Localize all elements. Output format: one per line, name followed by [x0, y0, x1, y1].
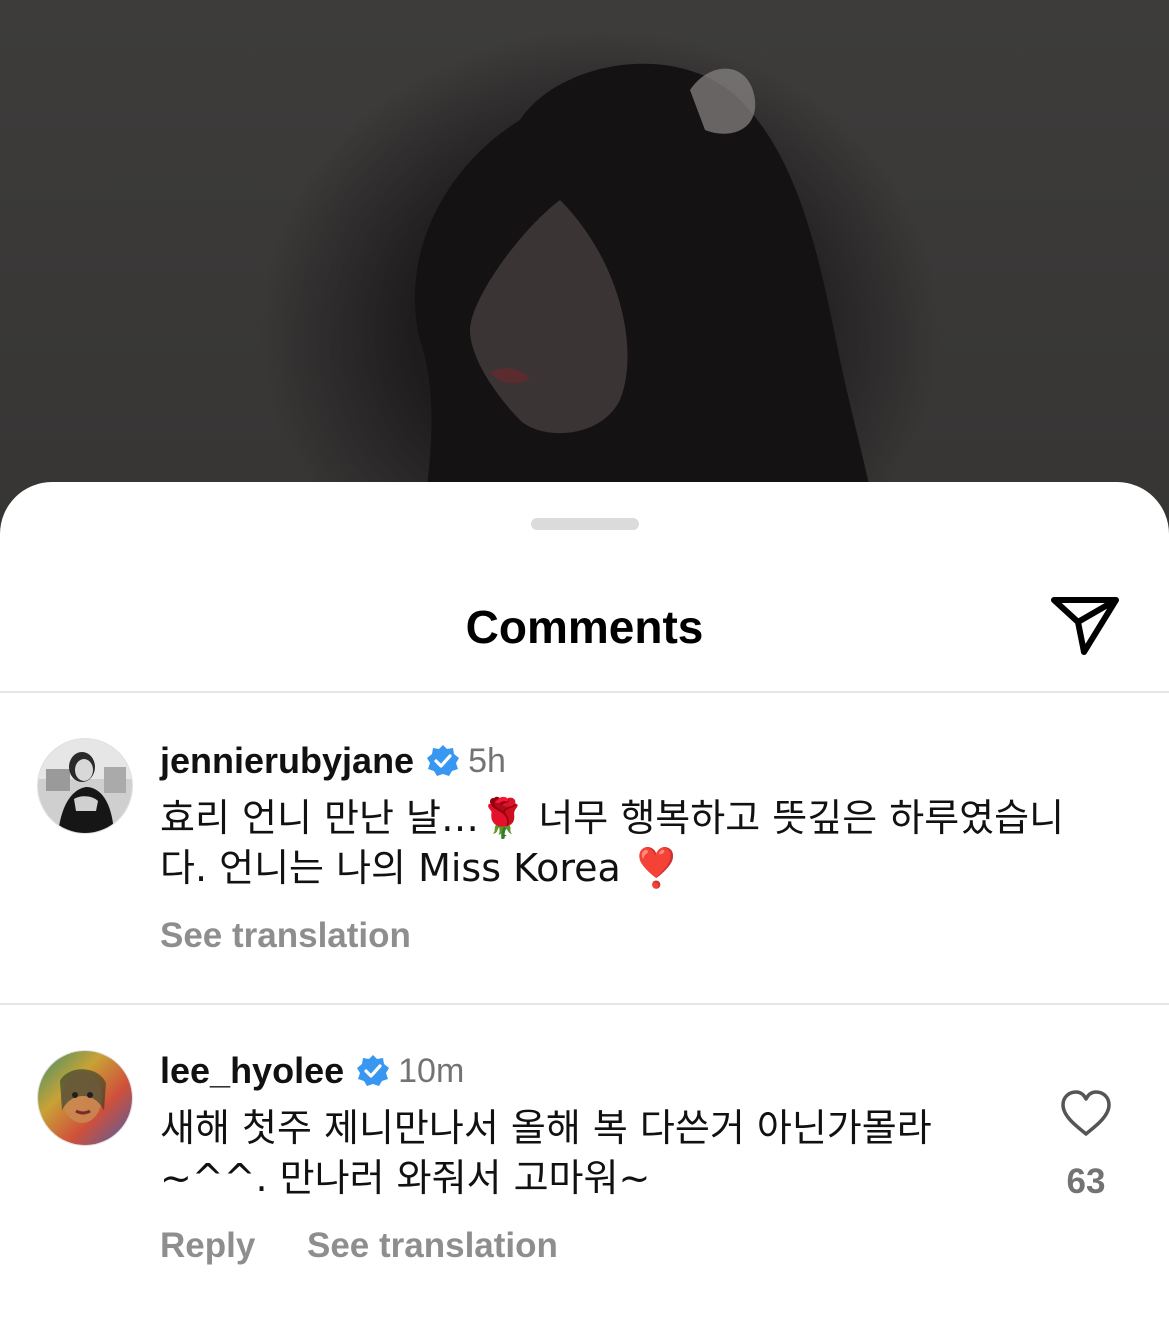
post-image-backdrop	[0, 0, 1169, 540]
comment-text: 효리 언니 만난 날…🌹 너무 행복하고 뜻깊은 하루였습니 다. 언니는 나의…	[160, 793, 1064, 893]
verified-badge-icon	[357, 1055, 390, 1086]
username[interactable]: lee_hyolee	[160, 1050, 344, 1092]
verified-badge-icon	[427, 745, 460, 776]
comment-text-line: ~^^. 만나러 와줘서 고마워~	[160, 1156, 651, 1200]
like-count: 63	[1066, 1162, 1106, 1201]
comment-text: 새해 첫주 제니만나서 올해 복 다쓴거 아닌가몰라 ~^^. 만나러 와줘서 …	[160, 1103, 932, 1203]
comment-header: jennierubyjane 5h	[160, 739, 506, 783]
header-divider	[0, 691, 1169, 693]
avatar[interactable]	[37, 1050, 133, 1146]
avatar-photo-jennie	[38, 739, 132, 833]
comment-divider	[0, 1003, 1169, 1005]
paper-plane-icon[interactable]	[1050, 594, 1122, 658]
heart-outline-icon[interactable]	[1060, 1090, 1112, 1138]
see-translation-link[interactable]: See translation	[160, 916, 411, 956]
drag-handle[interactable]	[531, 518, 639, 530]
comment-text-line: 새해 첫주 제니만나서 올해 복 다쓴거 아닌가몰라	[160, 1106, 932, 1150]
comment-text-line: 다. 언니는 나의 Miss Korea ❣️	[160, 846, 681, 890]
sheet-title: Comments	[465, 601, 704, 653]
timestamp: 5h	[468, 741, 506, 780]
comment-text-line: 효리 언니 만난 날…🌹 너무 행복하고 뜻깊은 하루였습니	[160, 796, 1065, 840]
username[interactable]: jennierubyjane	[160, 740, 414, 782]
see-translation-link[interactable]: See translation	[307, 1226, 558, 1266]
avatar[interactable]	[37, 738, 133, 834]
timestamp: 10m	[398, 1051, 465, 1090]
reply-button[interactable]: Reply	[160, 1226, 255, 1266]
comment-header: lee_hyolee 10m	[160, 1049, 464, 1093]
avatar-photo-hyolee	[38, 1051, 132, 1145]
portrait-silhouette	[414, 63, 880, 540]
